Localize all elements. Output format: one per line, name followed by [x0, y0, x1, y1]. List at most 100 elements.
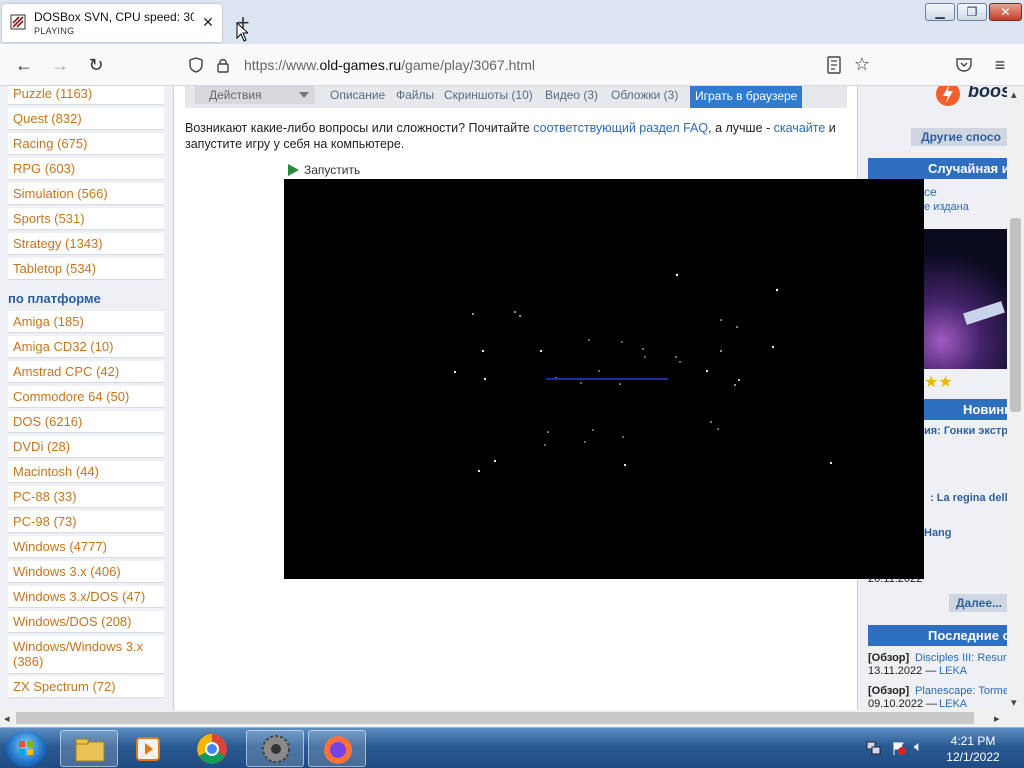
browser-tab[interactable]: DOSBox SVN, CPU speed: 3000 PLAYING ✕	[2, 4, 222, 42]
starfield	[453, 273, 833, 473]
scroll-right-icon[interactable]: ▸	[994, 712, 1000, 725]
menu-hamburger-icon[interactable]: ≡	[990, 55, 1010, 75]
left-sidebar: Puzzle (1163) Quest (832) Racing (675) R…	[0, 86, 174, 710]
platform-link[interactable]: Windows/Windows 3.x (386)	[8, 636, 164, 674]
article-author[interactable]: LEKA	[939, 665, 967, 677]
browser-titlebar: DOSBox SVN, CPU speed: 3000 PLAYING ✕ + …	[0, 0, 1024, 44]
boosty-logo-text[interactable]: boos	[968, 86, 1007, 102]
bookmark-star-icon[interactable]: ☆	[852, 54, 872, 74]
clock-date[interactable]: 12/1/2022	[938, 750, 1008, 764]
article-link[interactable]: Disciples III: Resurr	[915, 652, 1007, 664]
url-text[interactable]: https://www.old-games.ru/game/play/3067.…	[244, 57, 535, 73]
reader-view-icon[interactable]	[826, 56, 842, 74]
article-date: 09.10.2022 —	[868, 698, 938, 710]
platform-link[interactable]: DOS (6216)	[8, 411, 164, 433]
network-icon[interactable]	[866, 740, 882, 756]
more-button[interactable]: Далее...	[949, 594, 1007, 612]
article-link[interactable]: Planescape: Tormen	[915, 685, 1007, 697]
tab-covers[interactable]: Обложки (3)	[611, 86, 678, 104]
firefox-icon	[324, 736, 352, 764]
platform-link[interactable]: Amstrad CPC (42)	[8, 361, 164, 383]
taskbar-chrome[interactable]	[184, 730, 242, 767]
new-game-item[interactable]: ия: Гонки экстр	[924, 425, 1007, 437]
lock-icon[interactable]	[216, 57, 230, 73]
article-tag: [Обзор]	[868, 652, 910, 664]
start-button[interactable]	[6, 731, 46, 767]
reload-icon[interactable]: ↻	[86, 55, 106, 75]
back-arrow-icon[interactable]: ←	[14, 55, 34, 75]
taskbar-explorer[interactable]	[60, 730, 118, 767]
rating-stars-icon: ★★	[924, 374, 953, 391]
platform-link[interactable]: Amiga (185)	[8, 311, 164, 333]
latest-articles-heading: Последние ст	[868, 625, 1007, 646]
platform-link[interactable]: PC-88 (33)	[8, 486, 164, 508]
platform-link[interactable]: Commodore 64 (50)	[8, 386, 164, 408]
shield-icon[interactable]	[188, 57, 204, 73]
dosbox-icon	[10, 14, 26, 30]
tab-subtitle: PLAYING	[34, 26, 75, 36]
genre-link[interactable]: Quest (832)	[8, 108, 164, 130]
vertical-scrollbar-thumb[interactable]	[1010, 218, 1021, 412]
random-game-cover[interactable]	[924, 229, 1007, 369]
forward-arrow-icon[interactable]: →	[50, 55, 70, 75]
random-game-heading: Случайная и	[868, 158, 1007, 179]
actions-dropdown[interactable]: Действия	[195, 86, 315, 104]
platform-link[interactable]: Windows 3.x (406)	[8, 561, 164, 583]
window-close-button[interactable]: ✕	[989, 3, 1022, 21]
new-game-item[interactable]: Hang	[924, 527, 952, 539]
article-author[interactable]: LEKA	[939, 698, 967, 710]
dosbox-game-canvas[interactable]	[284, 179, 924, 579]
other-ways-button[interactable]: Другие спосо	[911, 128, 1007, 146]
scroll-left-icon[interactable]: ◂	[4, 712, 10, 725]
media-player-icon	[136, 737, 160, 761]
game-tabs-bar: Действия Описание Файлы Скриншоты (10) В…	[185, 86, 847, 108]
genre-link[interactable]: Strategy (1343)	[8, 233, 164, 255]
genre-link[interactable]: Sports (531)	[8, 208, 164, 230]
tab-play-in-browser[interactable]: Играть в браузере	[690, 86, 803, 108]
tab-video[interactable]: Видео (3)	[545, 86, 598, 104]
window-minimize-button[interactable]: ▁	[925, 3, 955, 21]
tab-description[interactable]: Описание	[330, 86, 385, 104]
tab-title: DOSBox SVN, CPU speed: 3000	[34, 10, 194, 24]
platform-link[interactable]: Macintosh (44)	[8, 461, 164, 483]
platform-link[interactable]: Windows (4777)	[8, 536, 164, 558]
gear-icon	[262, 735, 290, 763]
taskbar-dosbox[interactable]	[246, 730, 304, 767]
download-link[interactable]: скачайте	[774, 121, 826, 135]
random-game-title[interactable]: ce	[924, 185, 937, 199]
action-center-flag-icon[interactable]	[891, 740, 907, 756]
new-game-item[interactable]: : La regina dello	[930, 492, 1007, 504]
faq-link[interactable]: соответствующий раздел FAQ	[533, 121, 708, 135]
boosty-logo-icon[interactable]	[935, 86, 961, 107]
platform-link[interactable]: Windows 3.x/DOS (47)	[8, 586, 164, 608]
article-date: 13.11.2022 —	[868, 665, 937, 677]
folder-icon	[75, 738, 105, 762]
clock-time[interactable]: 4:21 PM	[938, 734, 1008, 748]
scroll-down-icon[interactable]: ▾	[1011, 696, 1017, 709]
genre-link[interactable]: RPG (603)	[8, 158, 164, 180]
genre-link[interactable]: Racing (675)	[8, 133, 164, 155]
platform-heading[interactable]: по платформе	[8, 291, 101, 306]
taskbar-media-player[interactable]	[120, 730, 178, 767]
platform-link[interactable]: Windows/DOS (208)	[8, 611, 164, 633]
genre-link[interactable]: Puzzle (1163)	[8, 86, 164, 105]
platform-link[interactable]: PC-98 (73)	[8, 511, 164, 533]
platform-link[interactable]: DVDi (28)	[8, 436, 164, 458]
pocket-icon[interactable]	[955, 56, 973, 74]
horizontal-scrollbar-thumb[interactable]	[16, 712, 974, 724]
windows-taskbar: 🔈︎ 4:21 PM 12/1/2022	[0, 727, 1024, 768]
url-bar[interactable]: https://www.old-games.ru/game/play/3067.…	[180, 50, 880, 80]
chrome-icon	[197, 734, 227, 764]
horizon-line	[546, 378, 668, 380]
taskbar-firefox[interactable]	[308, 730, 366, 767]
platform-link[interactable]: ZX Spectrum (72)	[8, 676, 164, 698]
genre-link[interactable]: Tabletop (534)	[8, 258, 164, 280]
tab-screenshots[interactable]: Скриншоты (10)	[444, 86, 533, 104]
window-maximize-button[interactable]: ❐	[957, 3, 987, 21]
tab-files[interactable]: Файлы	[396, 86, 434, 104]
tab-close-icon[interactable]: ✕	[200, 14, 216, 30]
genre-link[interactable]: Simulation (566)	[8, 183, 164, 205]
scroll-up-icon[interactable]: ▴	[1011, 88, 1017, 101]
platform-link[interactable]: Amiga CD32 (10)	[8, 336, 164, 358]
volume-icon[interactable]: 🔈︎	[914, 738, 922, 755]
